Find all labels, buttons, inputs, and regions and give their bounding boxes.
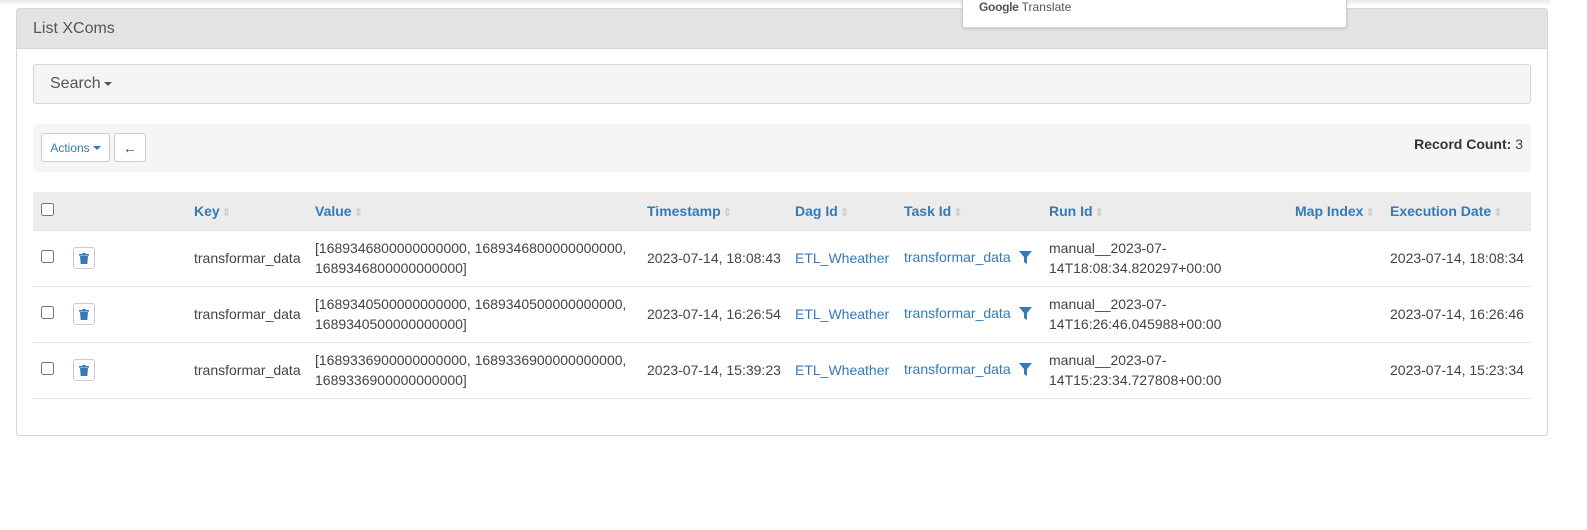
google-translate-popup: Google Translate <box>962 0 1347 28</box>
column-task-id-label: Task Id <box>904 202 952 219</box>
value-line: 1689346800000000000] <box>315 260 467 276</box>
filter-icon[interactable] <box>1018 249 1032 269</box>
column-key[interactable]: Key ⇕ <box>194 192 315 230</box>
row-checkbox[interactable] <box>41 362 54 375</box>
row-checkbox[interactable] <box>41 250 54 263</box>
column-timestamp-label: Timestamp <box>647 202 721 219</box>
column-dag-id[interactable]: Dag Id ⇕ <box>795 192 904 230</box>
run-id-line: manual__2023-07- <box>1049 352 1167 368</box>
google-logo: Google <box>979 0 1019 14</box>
caret-down-icon <box>103 81 112 86</box>
sort-icon: ⇕ <box>953 206 963 219</box>
filter-icon[interactable] <box>1018 305 1032 325</box>
value-line: 1689336900000000000] <box>315 372 467 388</box>
sort-icon: ⇕ <box>839 206 849 219</box>
sort-icon: ⇕ <box>1094 206 1104 219</box>
delete-button[interactable] <box>73 303 95 325</box>
google-translate-branding: Google Translate <box>979 0 1071 14</box>
actions-label: Actions <box>50 140 90 155</box>
actions-button[interactable]: Actions <box>41 133 110 162</box>
trash-icon <box>79 252 89 264</box>
run-id-line: 14T18:08:34.820297+00:00 <box>1049 260 1222 276</box>
cell-value: [1689346800000000000, 168934680000000000… <box>315 230 647 286</box>
record-count-value: 3 <box>1515 136 1523 152</box>
dag-id-link[interactable]: ETL_Wheather <box>795 306 889 322</box>
value-line: [1689336900000000000, 168933690000000000… <box>315 352 627 368</box>
cell-map-index <box>1295 230 1390 286</box>
task-id-link[interactable]: transformar_data <box>904 361 1011 377</box>
back-button[interactable]: ← <box>114 133 146 162</box>
dag-id-link[interactable]: ETL_Wheather <box>795 250 889 266</box>
column-value[interactable]: Value ⇕ <box>315 192 647 230</box>
run-id-line: 14T16:26:46.045988+00:00 <box>1049 316 1222 332</box>
cell-run-id: manual__2023-07- 14T15:23:34.727808+00:00 <box>1049 342 1295 398</box>
cell-value: [1689340500000000000, 168934050000000000… <box>315 286 647 342</box>
column-run-id[interactable]: Run Id ⇕ <box>1049 192 1295 230</box>
cell-timestamp: 2023-07-14, 16:26:54 <box>647 306 781 322</box>
arrow-left-icon: ← <box>123 139 137 156</box>
cell-execution-date: 2023-07-14, 16:26:46 <box>1390 306 1524 322</box>
column-map-index-label: Map Index <box>1295 202 1364 219</box>
run-id-line: manual__2023-07- <box>1049 296 1167 312</box>
run-id-line: manual__2023-07- <box>1049 240 1167 256</box>
delete-button[interactable] <box>73 247 95 269</box>
column-map-index[interactable]: Map Index ⇕ <box>1295 192 1390 230</box>
table-row: transformar_data [1689336900000000000, 1… <box>33 342 1531 398</box>
search-toggle[interactable]: Search <box>33 64 1531 104</box>
cell-execution-date: 2023-07-14, 18:08:34 <box>1390 250 1524 266</box>
table-row: transformar_data [1689346800000000000, 1… <box>33 230 1531 286</box>
sort-icon: ⇕ <box>1365 206 1375 219</box>
xcom-table: Key ⇕ Value ⇕ Timestamp ⇕ Dag Id ⇕ Task Id ⇕ … <box>33 192 1531 399</box>
task-id-link[interactable]: transformar_data <box>904 305 1011 321</box>
sort-icon: ⇕ <box>221 206 231 219</box>
xcom-list-panel: List XComs Search Actions ← Record Count… <box>16 8 1548 436</box>
task-id-link[interactable]: transformar_data <box>904 249 1011 265</box>
trash-icon <box>79 364 89 376</box>
column-key-label: Key <box>194 202 220 219</box>
select-all-checkbox[interactable] <box>41 202 54 216</box>
cell-key: transformar_data <box>194 250 301 266</box>
column-dag-id-label: Dag Id <box>795 202 838 219</box>
column-value-label: Value <box>315 202 352 219</box>
cell-map-index <box>1295 342 1390 398</box>
record-count: Record Count: 3 <box>1414 136 1523 152</box>
cell-timestamp: 2023-07-14, 15:39:23 <box>647 362 781 378</box>
column-execution-date-label: Execution Date <box>1390 202 1492 219</box>
page-scrollbar[interactable] <box>1567 0 1587 530</box>
filter-icon[interactable] <box>1018 361 1032 381</box>
translate-label: Translate <box>1021 0 1072 14</box>
column-task-id[interactable]: Task Id ⇕ <box>904 192 1049 230</box>
sort-icon: ⇕ <box>722 206 732 219</box>
cell-key: transformar_data <box>194 306 301 322</box>
value-line: [1689340500000000000, 168934050000000000… <box>315 296 627 312</box>
dag-id-link[interactable]: ETL_Wheather <box>795 362 889 378</box>
value-line: 1689340500000000000] <box>315 316 467 332</box>
column-timestamp[interactable]: Timestamp ⇕ <box>647 192 795 230</box>
cell-map-index <box>1295 286 1390 342</box>
cell-run-id: manual__2023-07- 14T16:26:46.045988+00:00 <box>1049 286 1295 342</box>
delete-button[interactable] <box>73 359 95 381</box>
table-row: transformar_data [1689340500000000000, 1… <box>33 286 1531 342</box>
cell-execution-date: 2023-07-14, 15:23:34 <box>1390 362 1524 378</box>
record-count-label: Record Count: <box>1414 136 1512 152</box>
sort-icon: ⇕ <box>353 206 363 219</box>
column-execution-date[interactable]: Execution Date ⇕ <box>1390 192 1531 230</box>
run-id-line: 14T15:23:34.727808+00:00 <box>1049 372 1222 388</box>
cell-value: [1689336900000000000, 168933690000000000… <box>315 342 647 398</box>
caret-down-icon <box>92 145 101 150</box>
trash-icon <box>79 308 89 320</box>
value-line: [1689346800000000000, 168934680000000000… <box>315 240 627 256</box>
cell-run-id: manual__2023-07- 14T18:08:34.820297+00:00 <box>1049 230 1295 286</box>
search-label: Search <box>50 75 101 92</box>
column-run-id-label: Run Id <box>1049 202 1093 219</box>
table-header-row: Key ⇕ Value ⇕ Timestamp ⇕ Dag Id ⇕ Task Id ⇕ … <box>33 192 1531 230</box>
row-checkbox[interactable] <box>41 306 54 319</box>
cell-key: transformar_data <box>194 362 301 378</box>
sort-icon: ⇕ <box>1493 206 1503 219</box>
list-toolbar: Actions ← Record Count: 3 <box>33 124 1531 172</box>
cell-timestamp: 2023-07-14, 18:08:43 <box>647 250 781 266</box>
